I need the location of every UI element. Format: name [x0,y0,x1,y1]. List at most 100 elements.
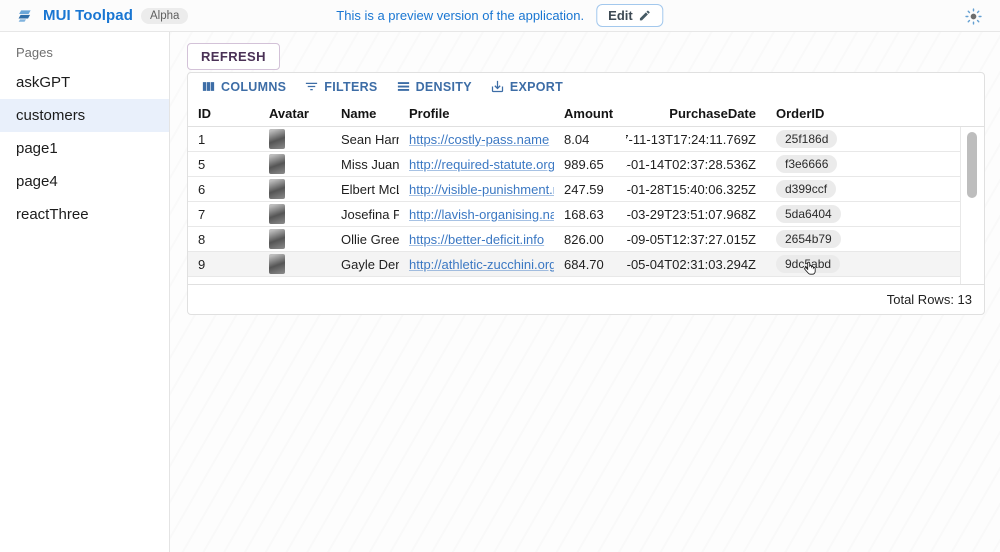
cell-avatar [259,227,331,251]
view-columns-icon [201,79,216,94]
theme-toggle-sun-icon[interactable] [965,8,982,25]
cell-name: Elbert McL... [331,177,399,201]
cell-amount: 168.63 [554,202,626,226]
edit-button[interactable]: Edit [596,4,664,27]
sidebar-item-page1[interactable]: page1 [0,132,169,165]
cell-id: 7 [188,202,259,226]
pencil-icon [639,9,652,22]
app-title: MUI Toolpad [43,7,133,24]
cell-id: 6 [188,177,259,201]
avatar [269,204,285,224]
cell-profile: https://costly-pass.name [399,127,554,151]
brand: MUI Toolpad Alpha [16,6,188,25]
table-row[interactable]: 7 Josefina P... http://lavish-organising… [188,202,984,227]
profile-link[interactable]: http://visible-punishment.net [409,182,554,197]
cell-amount: 989.65 [554,152,626,176]
download-icon [490,79,505,94]
order-id-chip[interactable]: 2654b79 [776,230,841,248]
table-row[interactable]: 6 Elbert McL... http://visible-punishmen… [188,177,984,202]
cell-id: 1 [188,127,259,151]
column-header-orderid[interactable]: OrderID [766,106,984,121]
preview-banner-text: This is a preview version of the applica… [336,8,584,23]
grid-footer: Total Rows: 13 [188,284,984,314]
cell-purchase-date: 2088-05-04T02:31:03.294Z [626,252,766,276]
profile-link[interactable]: http://required-statute.org [409,157,554,172]
export-button-label: EXPORT [510,80,563,94]
cell-amount: 8.04 [554,127,626,151]
cell-name: Sean Harris [331,127,399,151]
cell-amount: 826.00 [554,227,626,251]
cell-profile: http://visible-punishment.net [399,177,554,201]
table-row[interactable]: 1 Sean Harris https://costly-pass.name 8… [188,127,984,152]
refresh-button[interactable]: REFRESH [187,43,280,70]
cursor-pointer-icon [803,261,818,283]
column-header-id[interactable]: ID [188,106,259,121]
cell-name: Josefina P... [331,202,399,226]
alpha-badge: Alpha [141,8,188,24]
sidebar-item-askgpt[interactable]: askGPT [0,66,169,99]
sidebar-item-reactthree[interactable]: reactThree [0,198,169,231]
edit-button-label: Edit [608,8,633,23]
density-rows-icon [396,79,411,94]
table-row[interactable]: 5 Miss Juan ... http://required-statute.… [188,152,984,177]
export-button[interactable]: EXPORT [483,75,570,98]
columns-button[interactable]: COLUMNS [194,75,293,98]
cell-name: Ollie Green... [331,227,399,251]
avatar [269,179,285,199]
grid-column-headers: ID Avatar Name Profile Amount PurchaseDa… [188,100,984,127]
grid-toolbar: COLUMNS FILTERS DENSITY [188,73,984,100]
cell-profile: http://required-statute.org [399,152,554,176]
cell-order-id: f3e6666 [766,152,984,176]
customers-data-grid: COLUMNS FILTERS DENSITY [187,72,985,315]
order-id-chip[interactable]: 5da6404 [776,205,841,223]
cell-id: 9 [188,252,259,276]
sidebar-item-customers[interactable]: customers [0,99,169,132]
profile-link[interactable]: https://better-deficit.info [409,232,544,247]
toolpad-logo-icon [16,6,35,25]
filters-button-label: FILTERS [324,80,377,94]
density-button[interactable]: DENSITY [389,75,479,98]
cell-purchase-date: 2086-09-05T12:37:27.015Z [626,227,766,251]
cell-profile: https://better-deficit.info [399,227,554,251]
order-id-chip[interactable]: f3e6666 [776,155,837,173]
table-row[interactable]: 8 Ollie Green... https://better-deficit.… [188,227,984,252]
cell-avatar [259,177,331,201]
top-app-bar: MUI Toolpad Alpha This is a preview vers… [0,0,1000,32]
cell-name: Gayle Den... [331,252,399,276]
column-header-amount[interactable]: Amount [554,106,626,121]
avatar [269,254,285,274]
preview-banner: This is a preview version of the applica… [336,4,663,27]
cell-avatar [259,252,331,276]
cell-profile: http://athletic-zucchini.org [399,252,554,276]
sidebar: Pages askGPT customers page1 page4 react… [0,32,170,552]
column-header-profile[interactable]: Profile [399,106,554,121]
cell-purchase-date: 1997-11-13T17:24:11.769Z [626,127,766,151]
filters-button[interactable]: FILTERS [297,75,384,98]
cell-order-id: 9dc5abd [766,252,984,276]
cell-avatar [259,202,331,226]
sidebar-item-page4[interactable]: page4 [0,165,169,198]
vertical-scrollbar-track [960,127,984,284]
order-id-chip[interactable]: 25f186d [776,130,837,148]
profile-link[interactable]: http://lavish-organising.name [409,207,554,222]
column-header-name[interactable]: Name [331,106,399,121]
columns-button-label: COLUMNS [221,80,286,94]
avatar [269,154,285,174]
cell-amount: 247.59 [554,177,626,201]
column-header-avatar[interactable]: Avatar [259,106,331,121]
avatar [269,129,285,149]
table-row[interactable]: 9 Gayle Den... http://athletic-zucchini.… [188,252,984,277]
profile-link[interactable]: https://costly-pass.name [409,132,549,147]
density-button-label: DENSITY [416,80,472,94]
avatar [269,229,285,249]
order-id-chip[interactable]: d399ccf [776,180,836,198]
cell-avatar [259,127,331,151]
cell-profile: http://lavish-organising.name [399,202,554,226]
column-header-purchasedate[interactable]: PurchaseDate [626,106,766,121]
profile-link[interactable]: http://athletic-zucchini.org [409,257,554,272]
vertical-scrollbar-thumb[interactable] [967,132,977,198]
cell-id: 5 [188,152,259,176]
cell-order-id: d399ccf [766,177,984,201]
cell-purchase-date: 2076-03-29T23:51:07.968Z [626,202,766,226]
cell-avatar [259,152,331,176]
